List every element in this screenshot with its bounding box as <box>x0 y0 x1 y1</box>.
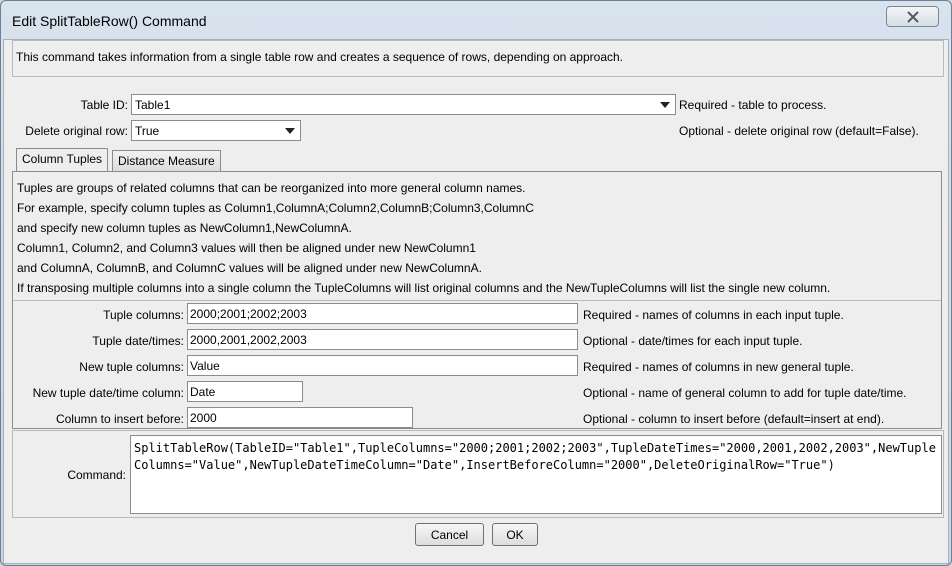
table-id-label: Table ID: <box>80 98 128 112</box>
tuple-columns-label: Tuple columns: <box>103 308 184 322</box>
new-tuple-datetime-column-label: New tuple date/time column: <box>32 386 184 400</box>
new-tuple-columns-label: New tuple columns: <box>79 360 184 374</box>
help-line: For example, specify column tuples as Co… <box>17 201 534 215</box>
chevron-down-icon <box>285 128 295 134</box>
tuple-columns-input[interactable]: 2000;2001;2002;2003 <box>187 303 578 324</box>
column-tuples-panel: Tuples are groups of related columns tha… <box>12 171 942 429</box>
tab-column-tuples[interactable]: Column Tuples <box>16 148 109 171</box>
table-id-combobox[interactable]: Table1 <box>131 94 676 115</box>
delete-original-row-label: Delete original row: <box>25 124 128 138</box>
cancel-button[interactable]: Cancel <box>415 523 484 546</box>
new-tuple-columns-input[interactable]: Value <box>187 355 578 376</box>
tuple-datetimes-label: Tuple date/times: <box>92 334 184 348</box>
insert-before-input[interactable]: 2000 <box>187 407 413 428</box>
tuple-help-text: Tuples are groups of related columns tha… <box>17 178 830 298</box>
window-title: Edit SplitTableRow() Command <box>12 13 207 29</box>
help-line: and ColumnA, ColumnB, and ColumnC values… <box>17 261 482 275</box>
ok-button[interactable]: OK <box>492 523 538 546</box>
delete-original-row-value: True <box>135 124 160 138</box>
help-line: If transposing multiple columns into a s… <box>17 281 831 295</box>
help-line: Tuples are groups of related columns tha… <box>17 181 526 195</box>
help-line: Column1, Column2, and Column3 values wil… <box>17 241 476 255</box>
new-tuple-datetime-column-input[interactable]: Date <box>187 381 303 402</box>
tuple-columns-help: Required - names of columns in each inpu… <box>583 308 844 322</box>
new-tuple-columns-help: Required - names of columns in new gener… <box>583 360 854 374</box>
delete-original-row-combobox[interactable]: True <box>131 120 301 141</box>
new-tuple-datetime-column-help: Optional - name of general column to add… <box>583 386 907 400</box>
close-icon <box>906 10 919 23</box>
insert-before-help: Optional - column to insert before (defa… <box>583 412 885 426</box>
dialog-window: Edit SplitTableRow() Command This comman… <box>0 0 952 566</box>
dialog-content: This command takes information from a si… <box>3 39 949 564</box>
divider <box>13 300 941 301</box>
delete-original-row-help: Optional - delete original row (default=… <box>679 124 919 138</box>
command-description: This command takes information from a si… <box>16 50 624 64</box>
command-textarea[interactable]: SplitTableRow(TableID="Table1",TupleColu… <box>130 435 942 514</box>
description-panel: This command takes information from a si… <box>12 40 944 77</box>
help-line: and specify new column tuples as NewColu… <box>17 221 352 235</box>
command-label: Command: <box>67 468 126 482</box>
insert-before-label: Column to insert before: <box>55 412 184 426</box>
chevron-down-icon <box>660 102 670 108</box>
table-id-value: Table1 <box>135 98 171 112</box>
tuple-datetimes-input[interactable]: 2000,2001,2002,2003 <box>187 329 578 350</box>
tuple-datetimes-help: Optional - date/times for each input tup… <box>583 334 803 348</box>
table-id-help: Required - table to process. <box>679 98 827 112</box>
title-bar[interactable]: Edit SplitTableRow() Command <box>1 1 951 39</box>
close-button[interactable] <box>886 6 939 27</box>
tab-distance-measure[interactable]: Distance Measure <box>112 150 221 171</box>
